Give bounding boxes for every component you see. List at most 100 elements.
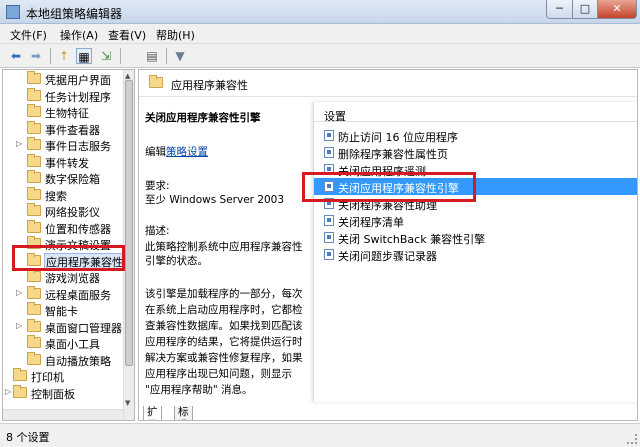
setting-row[interactable]: 关闭 SwitchBack 兼容性引擎 bbox=[314, 229, 637, 246]
description-heading: 关闭应用程序兼容性引擎 bbox=[145, 112, 261, 124]
tree-item[interactable]: 应用程序兼容性 bbox=[3, 252, 125, 271]
panel-header: 应用程序兼容性 bbox=[139, 70, 637, 97]
export-list-icon[interactable]: ⇲ bbox=[98, 48, 114, 64]
setting-row[interactable]: 关闭问题步骤记录器 bbox=[314, 246, 637, 263]
tree-vertical-scrollbar[interactable]: ▲ ▼ bbox=[123, 70, 134, 420]
forward-arrow-icon[interactable]: ➡ bbox=[28, 48, 44, 64]
tree-item[interactable]: 生物特征 bbox=[3, 104, 125, 120]
tree-item[interactable]: 位置和传感器 bbox=[3, 219, 125, 236]
setting-label: 关闭程序兼容性助理 bbox=[338, 199, 437, 212]
tree-item[interactable]: 搜索 bbox=[3, 186, 125, 203]
tree-item[interactable]: 任务计划程序 bbox=[3, 87, 125, 104]
tree-item-label: 位置和传感器 bbox=[45, 222, 111, 236]
setting-row[interactable]: 关闭应用程序遥测 bbox=[314, 161, 637, 178]
scroll-up-icon[interactable]: ▲ bbox=[125, 72, 130, 80]
filter-icon[interactable]: ▼ bbox=[172, 48, 188, 64]
tree-item[interactable]: ▷ 远程桌面服务 bbox=[3, 285, 125, 302]
folder-icon bbox=[13, 384, 27, 398]
folder-icon bbox=[27, 285, 41, 299]
tree-item[interactable]: 事件查看器 bbox=[3, 120, 125, 137]
up-folder-icon[interactable]: ↑ bbox=[56, 48, 72, 64]
tree-item-label: 游戏浏览器 bbox=[45, 272, 100, 285]
folder-icon bbox=[27, 137, 41, 150]
expand-arrow-icon[interactable]: ▷ bbox=[5, 387, 11, 396]
tree-item-label: 打印机 bbox=[31, 371, 64, 384]
tree-item[interactable]: ▷ 控制面板 bbox=[3, 384, 125, 401]
edit-policy-line: 编辑策略设置 bbox=[145, 146, 208, 158]
status-text: 8 个设置 bbox=[6, 431, 50, 444]
properties-icon[interactable]: ▤ bbox=[144, 48, 160, 64]
tree-item[interactable]: 打印机 bbox=[3, 368, 125, 384]
tree-item[interactable]: 网络投影仪 bbox=[3, 203, 125, 219]
tree-pane[interactable]: 凭据用户界面 任务计划程序 生物特征事件查看器 ▷ 事件日志服务 事件转发数字保险箱 搜索网… bbox=[2, 69, 135, 421]
setting-label: 关闭应用程序兼容性引擎 bbox=[338, 182, 459, 195]
tree-item-label: 生物特征 bbox=[45, 107, 89, 120]
tab-extended[interactable]: 扩展 bbox=[143, 406, 162, 420]
tree-item-label: 事件查看器 bbox=[45, 123, 100, 137]
resize-grip[interactable] bbox=[627, 434, 637, 444]
tree-item[interactable]: ▷ 事件日志服务 bbox=[3, 137, 125, 153]
setting-row[interactable]: 关闭应用程序兼容性引擎 bbox=[314, 178, 637, 195]
setting-row[interactable]: 删除程序兼容性属性页 bbox=[314, 144, 637, 161]
tree-item-label: 桌面小工具 bbox=[45, 338, 100, 351]
tree-item[interactable]: 游戏浏览器 bbox=[3, 269, 125, 285]
tree-horizontal-scrollbar[interactable] bbox=[3, 409, 123, 420]
tree-item[interactable]: 桌面小工具 bbox=[3, 335, 125, 351]
menu-bar: 文件(F) 操作(A) 查看(V) 帮助(H) bbox=[0, 24, 640, 44]
minimize-button[interactable]: ─ bbox=[546, 0, 573, 19]
policy-setting-icon bbox=[324, 215, 334, 226]
folder-icon bbox=[13, 368, 27, 381]
menu-action[interactable]: 操作(A) bbox=[60, 27, 98, 43]
policy-setting-icon bbox=[324, 249, 334, 260]
folder-icon bbox=[27, 104, 41, 117]
tree-item-label: 数字保险箱 bbox=[45, 173, 100, 186]
folder-icon bbox=[27, 170, 41, 183]
status-bar: 8 个设置 bbox=[0, 423, 640, 447]
edit-policy-link[interactable]: 策略设置 bbox=[166, 146, 208, 158]
menu-file[interactable]: 文件(F) bbox=[10, 27, 47, 43]
policy-setting-icon bbox=[324, 147, 334, 158]
expand-arrow-icon[interactable]: ▷ bbox=[16, 139, 22, 148]
tree-item[interactable]: 凭据用户界面 bbox=[3, 71, 125, 87]
tree-item[interactable]: 事件转发 bbox=[3, 153, 125, 170]
menu-view[interactable]: 查看(V) bbox=[108, 27, 146, 43]
scroll-thumb[interactable] bbox=[125, 80, 133, 366]
description-text: 此策略控制系统中应用程序兼容性 bbox=[145, 241, 303, 253]
toolbar: ⬅ ➡ ↑ ▦ ⇲ ▤ ▼ bbox=[0, 44, 640, 68]
tree-item-label: 远程桌面服务 bbox=[45, 288, 111, 302]
tree-item-label: 任务计划程序 bbox=[45, 90, 111, 104]
folder-icon bbox=[27, 351, 41, 365]
requirements-label: 要求: bbox=[145, 180, 170, 192]
folder-icon bbox=[27, 71, 41, 84]
maximize-button[interactable]: □ bbox=[572, 0, 598, 19]
tree-item[interactable]: 演示文稿设置 bbox=[3, 236, 125, 252]
setting-label: 关闭应用程序遥测 bbox=[338, 165, 426, 178]
setting-label: 删除程序兼容性属性页 bbox=[338, 148, 448, 161]
tree-item[interactable]: 智能卡 bbox=[3, 302, 125, 318]
folder-icon bbox=[27, 335, 41, 348]
folder-icon bbox=[27, 219, 41, 233]
back-arrow-icon[interactable]: ⬅ bbox=[8, 48, 24, 64]
close-button[interactable]: ✕ bbox=[597, 0, 637, 19]
menu-help[interactable]: 帮助(H) bbox=[156, 27, 195, 43]
folder-icon bbox=[27, 252, 41, 266]
column-header-setting[interactable]: 设置 bbox=[314, 102, 637, 123]
show-tree-icon[interactable]: ▦ bbox=[76, 48, 92, 64]
folder-icon bbox=[27, 236, 41, 249]
expand-arrow-icon[interactable]: ▷ bbox=[16, 321, 22, 330]
scroll-down-icon[interactable]: ▼ bbox=[125, 399, 130, 407]
tab-standard[interactable]: 标准 bbox=[174, 406, 193, 420]
setting-row[interactable]: 关闭程序兼容性助理 bbox=[314, 195, 637, 212]
setting-row[interactable]: 关闭程序清单 bbox=[314, 212, 637, 229]
description-text: 查兼容性数据库。如果找到匹配该 bbox=[145, 320, 303, 332]
tree-item[interactable]: 自动播放策略 bbox=[3, 351, 125, 368]
app-icon bbox=[6, 5, 20, 19]
tree-item[interactable]: 数字保险箱 bbox=[3, 170, 125, 186]
setting-row[interactable]: 防止访问 16 位应用程序 bbox=[314, 127, 637, 144]
tree-item-label: 网络投影仪 bbox=[45, 206, 100, 219]
tree-item-label: 演示文稿设置 bbox=[45, 239, 111, 252]
description-text: 解决方案或兼容性修复程序，如果 bbox=[145, 352, 303, 364]
tree-item[interactable]: ▷ 桌面窗口管理器 bbox=[3, 318, 125, 335]
tree-item-label: 凭据用户界面 bbox=[45, 74, 111, 87]
expand-arrow-icon[interactable]: ▷ bbox=[16, 288, 22, 297]
